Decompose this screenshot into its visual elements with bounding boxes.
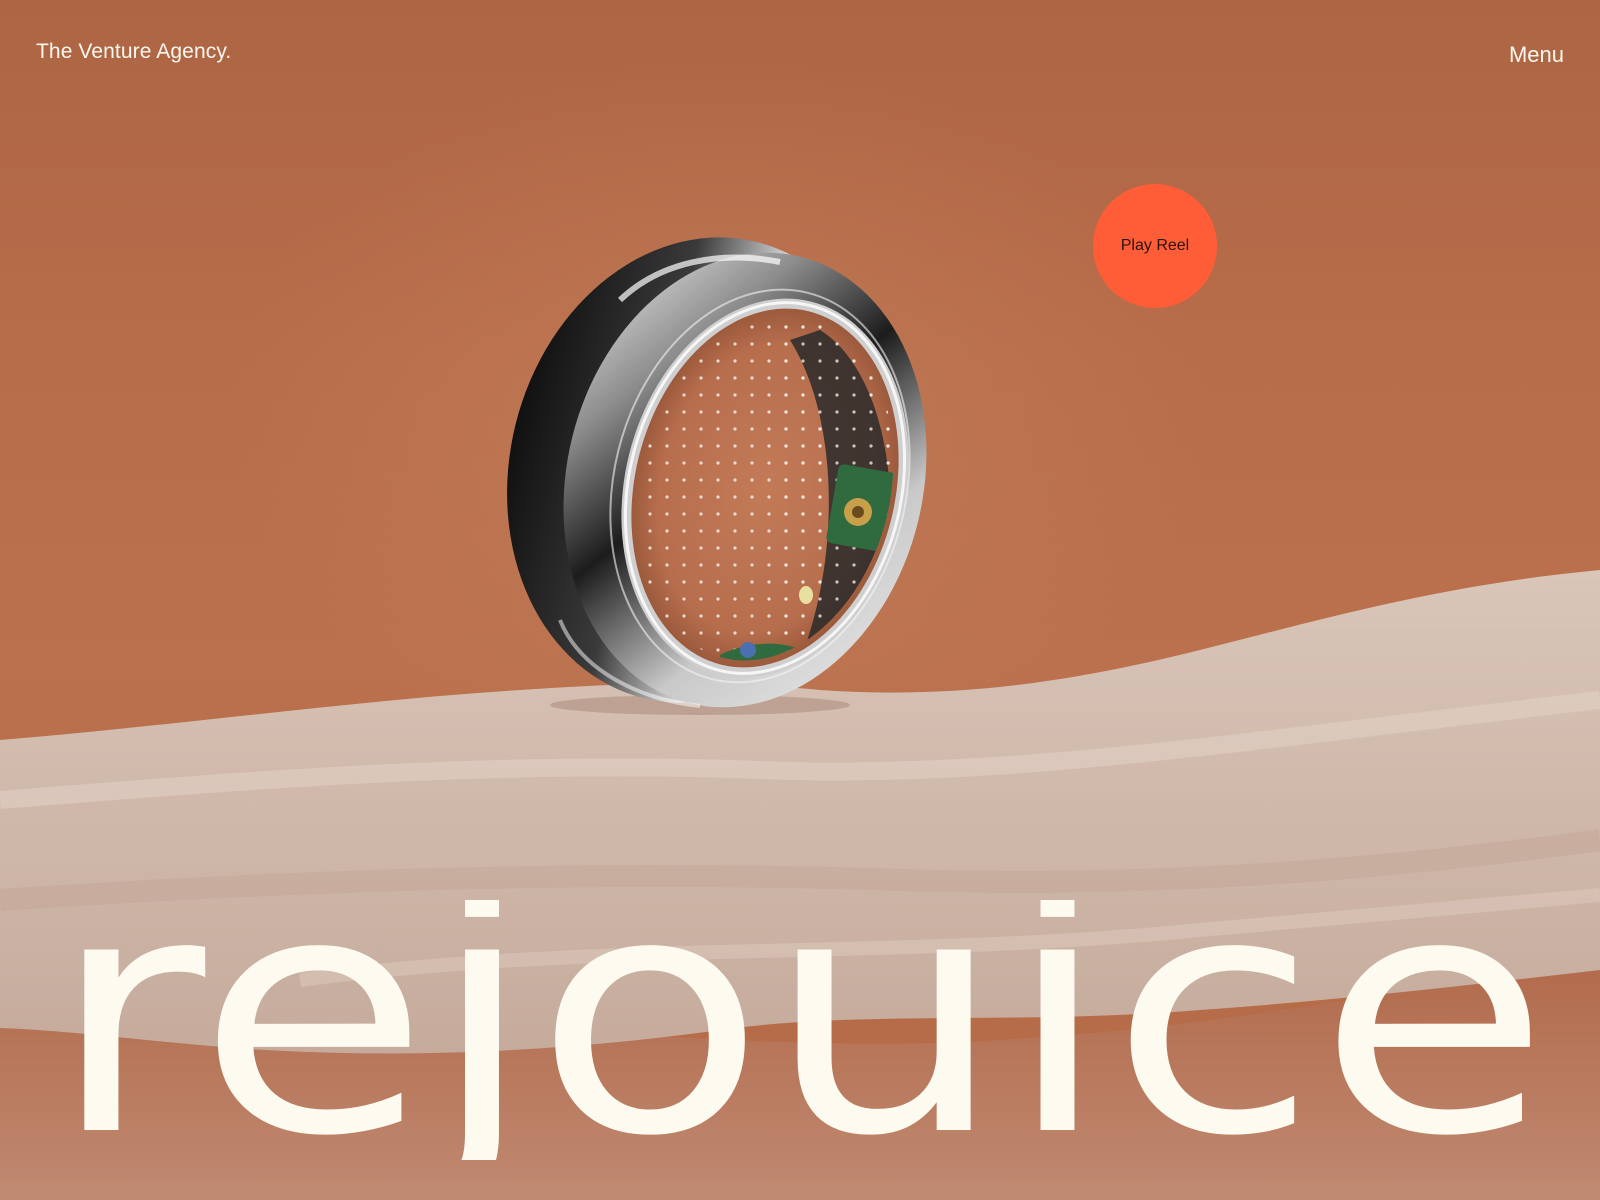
hero-section: The Venture Agency. Menu Play Reel rejou…	[0, 0, 1600, 1200]
smart-ring	[507, 237, 927, 708]
rejouice-wordmark: rejouice	[50, 900, 1550, 1160]
play-reel-label: Play Reel	[1120, 237, 1190, 254]
wordmark-text: rejouice	[50, 900, 1550, 1160]
brand-logo[interactable]: The Venture Agency.	[36, 40, 231, 64]
menu-button[interactable]: Menu	[1509, 42, 1564, 68]
play-reel-button[interactable]: Play Reel	[1093, 184, 1217, 308]
